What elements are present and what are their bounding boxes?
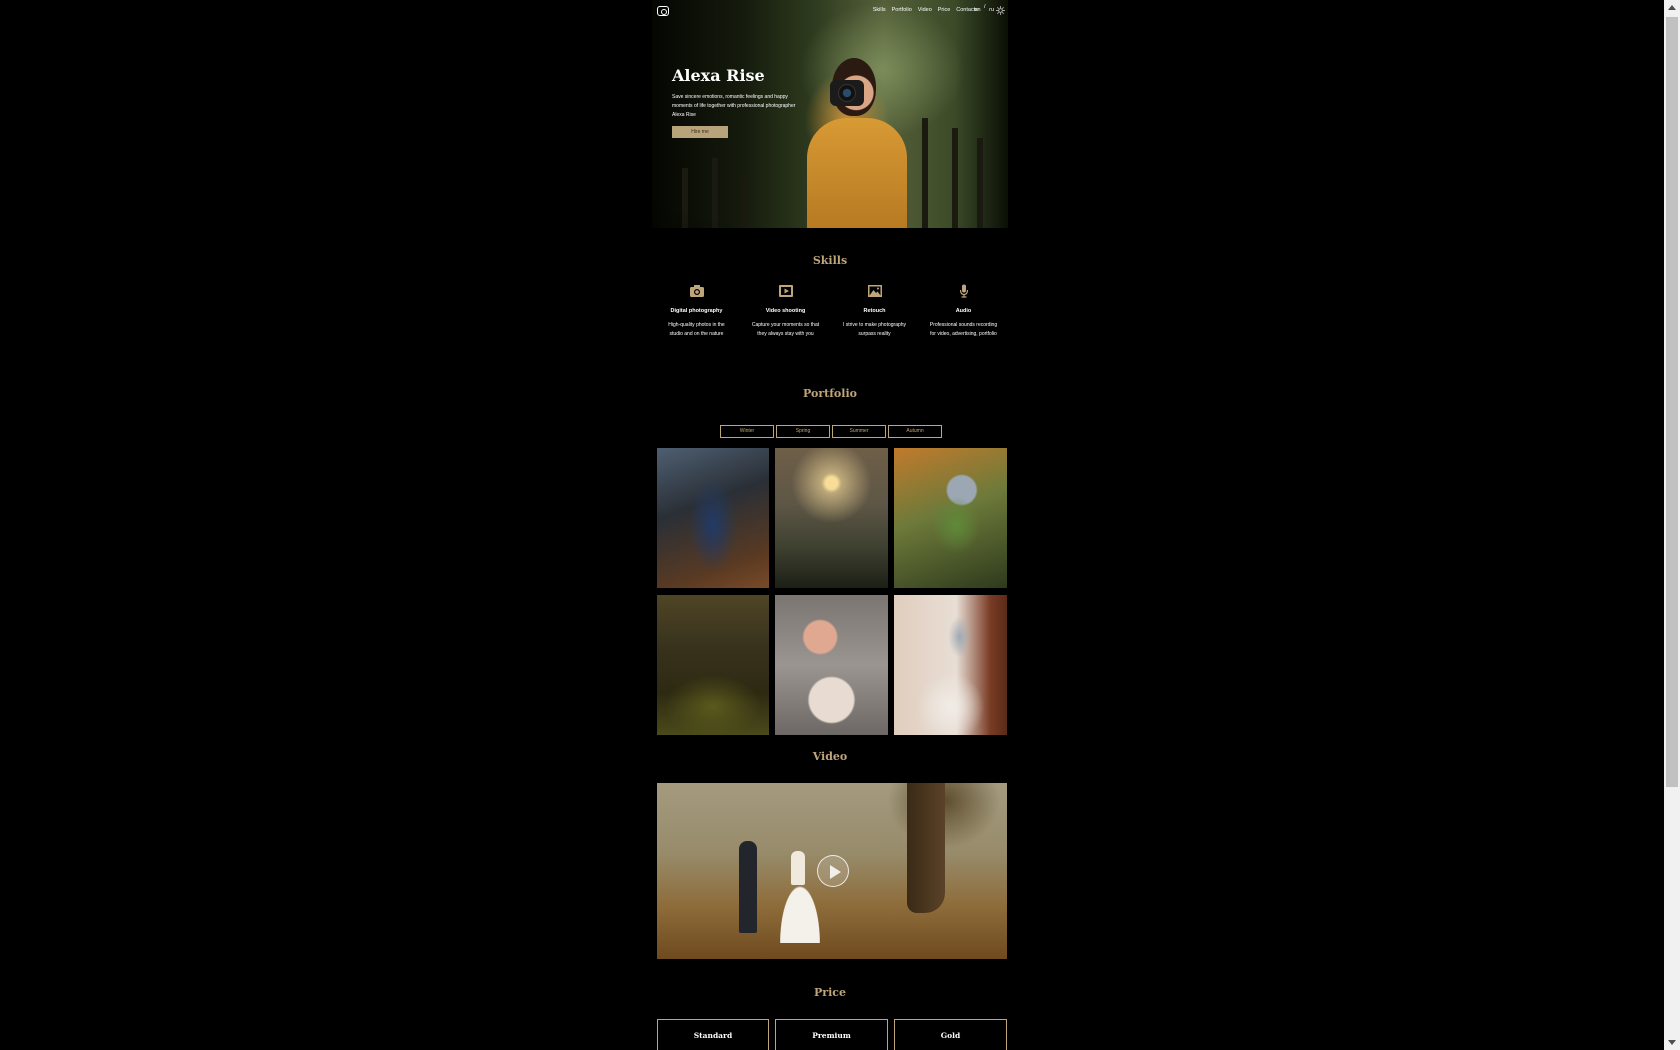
tab-winter[interactable]: Winter [720, 425, 774, 438]
nav-link-skills[interactable]: Skills [873, 7, 886, 13]
skill-desc: Capture your moments so that they always… [751, 322, 820, 337]
portfolio-photo-family[interactable] [775, 595, 888, 735]
price-title: Price [814, 986, 846, 999]
camera-logo-icon[interactable] [657, 6, 669, 16]
nav-link-portfolio[interactable]: Portfolio [892, 7, 912, 13]
video-player[interactable] [657, 783, 1007, 959]
portfolio-gallery [657, 448, 1007, 735]
hire-me-button[interactable]: Hire me [672, 126, 728, 138]
hero-camera-image [830, 80, 864, 106]
skill-desc: Professional sounds recording for video,… [929, 322, 998, 337]
portfolio-photo-forest[interactable] [657, 595, 769, 735]
skill-name: Digital photography [670, 308, 723, 314]
tab-spring[interactable]: Spring [776, 425, 830, 438]
sun-icon[interactable] [996, 6, 1005, 15]
tab-autumn[interactable]: Autumn [888, 425, 942, 438]
tab-summer[interactable]: Summer [832, 425, 886, 438]
skill-item: Retouch I strive to make photography sur… [830, 284, 919, 338]
video-title: Video [812, 750, 848, 763]
page: Alexa Rise Save sincere emotions, romant… [0, 0, 1664, 1050]
price-card-standard[interactable]: Standard [657, 1019, 769, 1050]
portfolio-photo-couple[interactable] [657, 448, 769, 588]
skills-list: Digital photography High-quality photos … [652, 284, 1008, 338]
video-icon [778, 285, 793, 297]
nav-link-price[interactable]: Price [938, 7, 951, 13]
price-card-premium[interactable]: Premium [775, 1019, 888, 1050]
skill-desc: High-quality photos in the studio and on… [668, 322, 725, 337]
skill-item: Video shooting Capture your moments so t… [741, 284, 830, 338]
portfolio-photo-child[interactable] [894, 448, 1007, 588]
scroll-up-icon[interactable] [1664, 0, 1680, 16]
play-icon[interactable] [817, 855, 849, 887]
lang-en[interactable]: en [974, 7, 980, 13]
hero-content: Alexa Rise Save sincere emotions, romant… [672, 66, 802, 138]
portfolio-title: Portfolio [803, 387, 857, 400]
image-icon [867, 285, 882, 297]
hero-text: Save sincere emotions, romantic feelings… [672, 94, 796, 118]
portfolio-photo-misty-tree[interactable] [775, 448, 888, 588]
scrollbar-thumb[interactable] [1666, 17, 1678, 787]
page-scrollbar[interactable] [1664, 0, 1680, 1050]
skill-name: Audio [955, 308, 972, 314]
header-nav: Skills Portfolio Video Price Contacts en… [652, 0, 1008, 22]
hero-title: Alexa Rise [672, 66, 765, 85]
camera-icon [689, 285, 704, 297]
language-switch: en / ru [974, 4, 994, 13]
lang-ru[interactable]: ru [989, 7, 994, 13]
skills-title: Skills [812, 254, 848, 267]
hero-section: Alexa Rise Save sincere emotions, romant… [652, 0, 1008, 228]
nav-link-video[interactable]: Video [918, 7, 932, 13]
skill-name: Video shooting [765, 308, 806, 314]
microphone-icon [959, 284, 968, 298]
hero-photographer-image [807, 118, 907, 228]
portfolio-photo-phone[interactable] [894, 595, 1007, 735]
nav-links: Skills Portfolio Video Price Contacts [873, 7, 978, 13]
skill-name: Retouch [863, 308, 886, 314]
scroll-down-icon[interactable] [1664, 1034, 1680, 1050]
skill-desc: I strive to make photography surpass rea… [842, 322, 907, 337]
skill-item: Digital photography High-quality photos … [652, 284, 741, 338]
price-card-gold[interactable]: Gold [894, 1019, 1007, 1050]
price-cards: Standard Premium Gold [657, 1019, 1007, 1050]
lang-separator: / [984, 4, 986, 10]
skill-item: Audio Professional sounds recording for … [919, 284, 1008, 338]
portfolio-tabs: Winter Spring Summer Autumn [720, 425, 942, 438]
